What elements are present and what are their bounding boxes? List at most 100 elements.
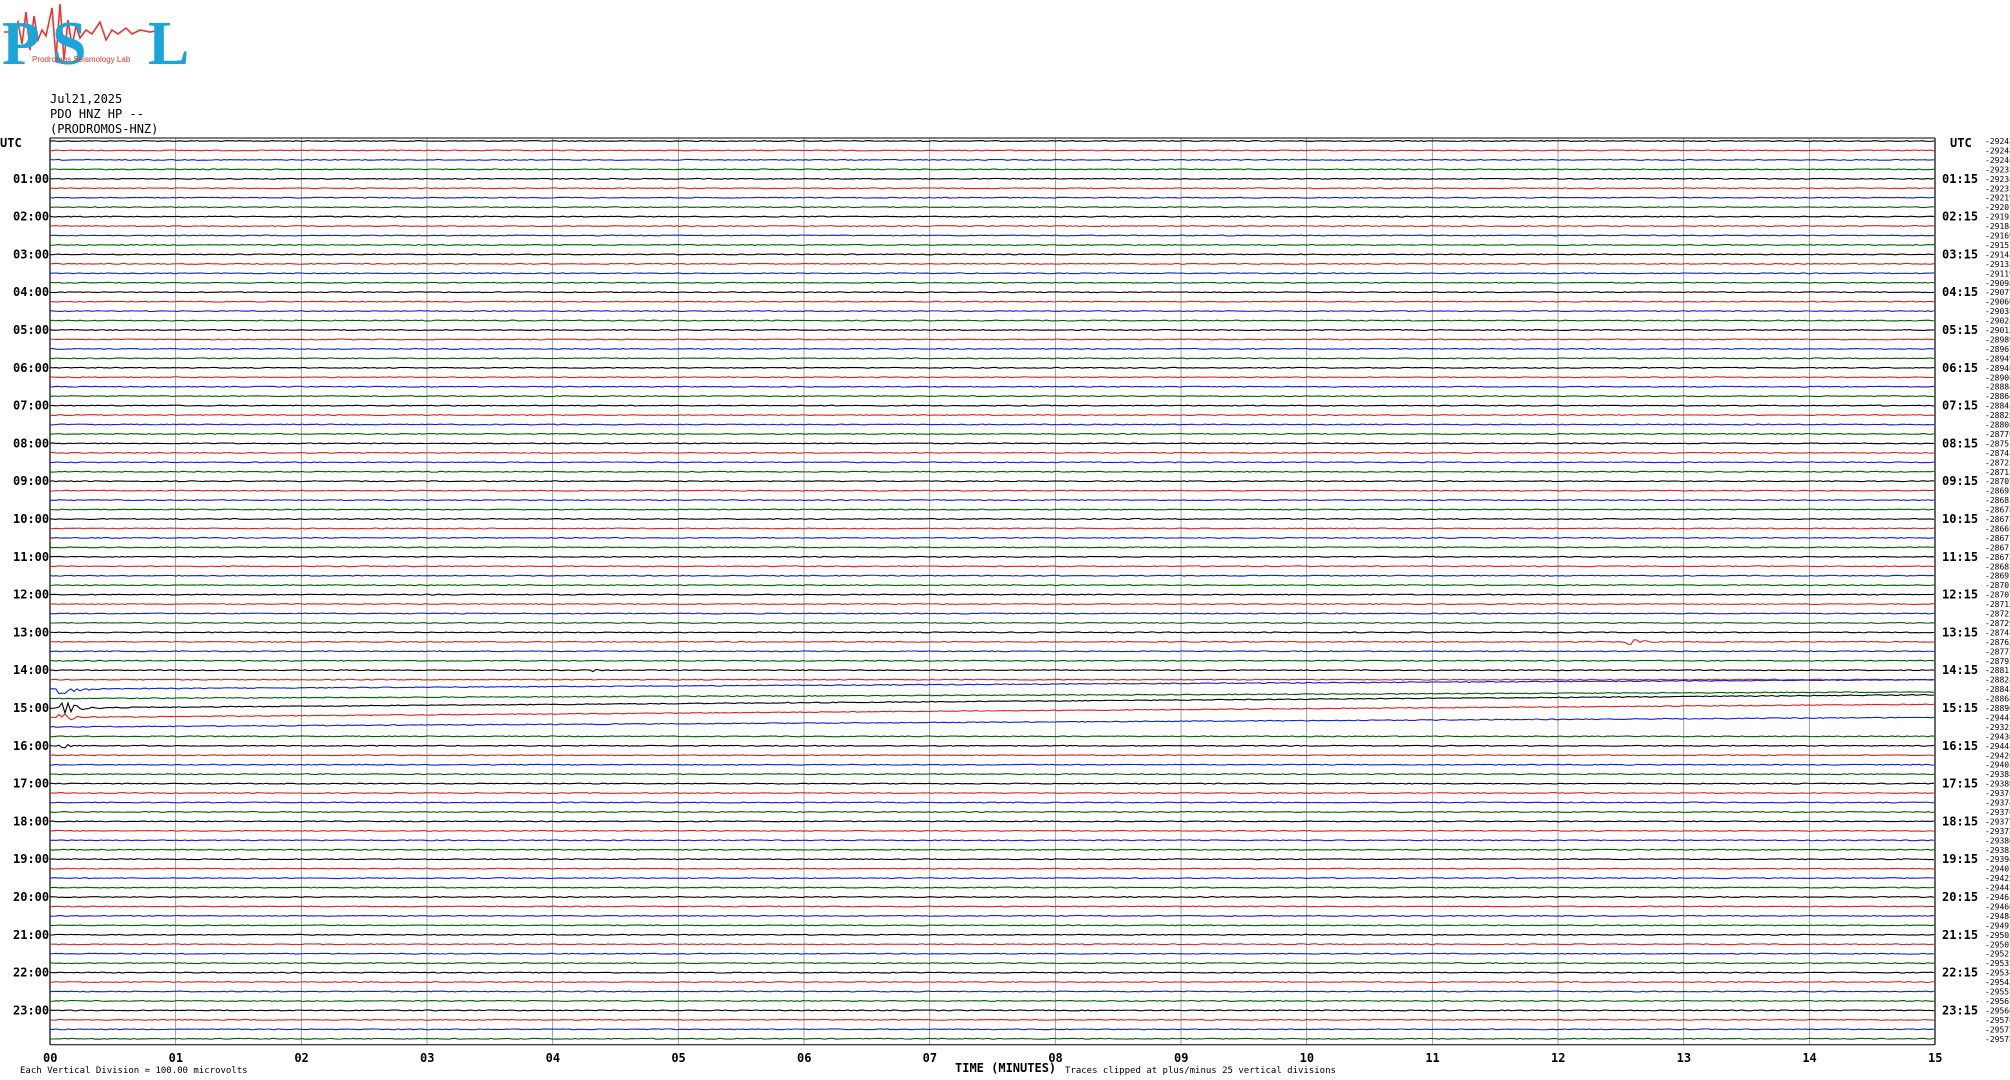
left-hour-label: 16:00 (13, 739, 49, 753)
trace-44 (49, 555, 1935, 558)
trace-30 (49, 423, 1935, 426)
trace-offset-label: -28692 (1985, 487, 2010, 496)
left-hour-label: 20:00 (13, 890, 49, 904)
trace-88 (49, 971, 1935, 974)
trace-offset-label: -29420 (1985, 751, 2010, 760)
left-hour-label: 07:00 (13, 399, 49, 413)
trace-offset-label: -29201 (1985, 203, 2010, 212)
x-tick-label: 12 (1551, 1051, 1565, 1065)
trace-offset-label: -28792 (1985, 657, 2010, 666)
trace-92 (49, 1009, 1935, 1012)
trace-offset-label: -28671 (1985, 543, 2010, 552)
right-hour-label: 19:15 (1942, 852, 1978, 866)
trace-offset-label: -29234 (1985, 175, 2010, 184)
trace-85 (49, 943, 1935, 946)
left-hour-label: 10:00 (13, 512, 49, 526)
trace-offset-label: -29246 (1985, 156, 2010, 165)
trace-63 (49, 735, 1935, 738)
trace-21 (49, 338, 1935, 341)
trace-93 (49, 1018, 1935, 1021)
trace-94 (49, 1028, 1935, 1031)
trace-offset-label: -28811 (1985, 666, 2010, 675)
trace-71 (49, 810, 1935, 813)
trace-offset-label: -29374 (1985, 799, 2010, 808)
trace-67 (49, 773, 1935, 776)
left-hour-label: 19:00 (13, 852, 49, 866)
left-hour-label: 01:00 (13, 172, 49, 186)
left-axis-title: UTC (0, 136, 22, 150)
trace-90 (49, 990, 1935, 993)
trace-offset-label: -29562 (1985, 997, 2010, 1006)
trace-62 (49, 716, 1935, 728)
right-hour-label: 03:15 (1942, 247, 1978, 261)
trace-28 (49, 404, 1935, 407)
trace-offset-label: -29376 (1985, 808, 2010, 817)
trace-offset-label: -28967 (1985, 345, 2010, 354)
seismic-traces (49, 139, 1935, 1040)
right-hour-label: 10:15 (1942, 512, 1978, 526)
right-hour-label: 17:15 (1942, 777, 1978, 791)
right-hour-label: 02:15 (1942, 210, 1978, 224)
trace-offset-label: -29466 (1985, 902, 2010, 911)
trace-offset-label: -28682 (1985, 562, 2010, 571)
trace-offset-label: -28729 (1985, 619, 2010, 628)
x-tick-label: 15 (1928, 1051, 1942, 1065)
trace-offset-label: -28868 (1985, 695, 2010, 704)
trace-36 (49, 480, 1935, 483)
left-hour-label: 04:00 (13, 285, 49, 299)
trace-offset-label: -28675 (1985, 553, 2010, 562)
trace-95 (50, 1037, 1935, 1040)
trace-38 (49, 499, 1935, 502)
trace-offset-label: -29119 (1985, 269, 2010, 278)
trace-14 (49, 272, 1935, 275)
trace-32 (49, 442, 1935, 445)
trace-89 (49, 981, 1935, 984)
trace-offset-label: -29447 (1985, 713, 2010, 722)
trace-8 (49, 215, 1935, 218)
trace-1 (49, 149, 1935, 152)
trace-offset-label: -28770 (1985, 430, 2010, 439)
trace-offset-label: -28824 (1985, 676, 2010, 685)
trace-offset-label: -29385 (1985, 846, 2010, 855)
trace-offset-label: -29243 (1985, 137, 2010, 146)
left-hour-label: 17:00 (13, 777, 49, 791)
trace-offset-label: -28775 (1985, 647, 2010, 656)
trace-offset-label: -28989 (1985, 335, 2010, 344)
trace-40 (49, 517, 1935, 521)
trace-offset-label: -29407 (1985, 865, 2010, 874)
right-hour-label: 01:15 (1942, 172, 1978, 186)
clip-note: Traces clipped at plus/minus 25 vertical… (1065, 1066, 1336, 1076)
trace-81 (49, 905, 1935, 908)
left-hour-label: 21:00 (13, 928, 49, 942)
right-hour-label: 15:15 (1942, 701, 1978, 715)
right-hour-label: 04:15 (1942, 285, 1978, 299)
trace-offset-label: -28743 (1985, 628, 2010, 637)
trace-offset-label: -29184 (1985, 222, 2010, 231)
trace-offset-label: -28707 (1985, 591, 2010, 600)
trace-70 (49, 801, 1935, 804)
trace-6 (49, 196, 1935, 199)
trace-0 (49, 139, 1935, 143)
x-tick-label: 03 (420, 1051, 434, 1065)
trace-offset-label: -29461 (1985, 893, 2010, 902)
trace-16 (49, 291, 1935, 294)
trace-65 (49, 754, 1935, 757)
trace-87 (49, 962, 1935, 965)
trace-offset-label: -29380 (1985, 780, 2010, 789)
trace-18 (49, 310, 1935, 313)
trace-offset-label: -28940 (1985, 364, 2010, 373)
trace-offset-label: -28763 (1985, 638, 2010, 647)
trace-47 (49, 584, 1935, 587)
trace-83 (49, 924, 1935, 927)
right-hour-label: 05:15 (1942, 323, 1978, 337)
left-utc-labels: 01:00 02:00 03:00 04:00 05:00 06:00 07:00 08:00… (13, 172, 49, 1018)
right-axis-title: UTC (1950, 136, 1972, 150)
trace-76 (49, 858, 1935, 861)
trace-23 (49, 357, 1935, 360)
trace-41 (49, 527, 1935, 530)
trace-offset-label: -29133 (1985, 260, 2010, 269)
trace-4 (49, 177, 1935, 180)
left-hour-label: 12:00 (13, 588, 49, 602)
trace-offset-label: -28890 (1985, 704, 2010, 713)
trace-27 (49, 395, 1935, 398)
